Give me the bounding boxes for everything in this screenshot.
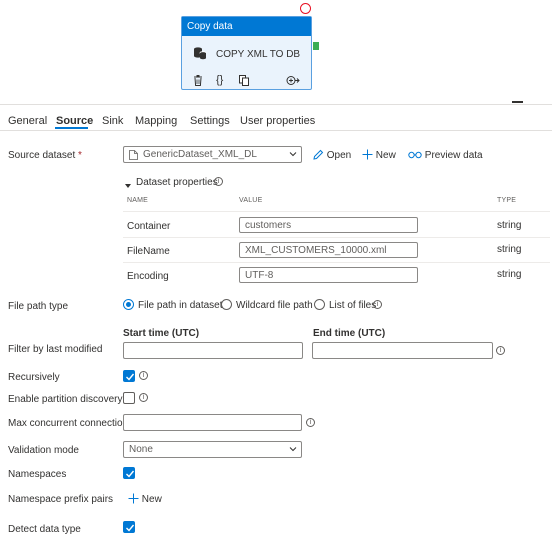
success-output-port[interactable] (313, 42, 319, 50)
detect-data-type-label: Detect data type (8, 524, 81, 535)
partition-discovery-label: Enable partition discovery (8, 394, 123, 405)
source-dataset-select[interactable]: GenericDataset_XML_DL (123, 146, 302, 163)
info-icon[interactable]: i (139, 393, 148, 402)
info-icon[interactable]: i (306, 418, 315, 427)
new-dataset-button[interactable]: New (362, 149, 396, 161)
required-mark: * (78, 150, 82, 161)
table-divider (123, 262, 550, 263)
chevron-down-icon (289, 447, 297, 452)
tabs-divider (0, 130, 552, 131)
property-name: Encoding (127, 271, 169, 282)
filename-input[interactable]: XML_CUSTOMERS_10000.xml (239, 242, 418, 258)
delete-icon[interactable] (193, 75, 203, 86)
info-icon[interactable]: i (373, 300, 382, 309)
info-icon[interactable]: i (214, 177, 223, 186)
validation-mode-label: Validation mode (8, 445, 79, 456)
property-name: FileName (127, 246, 170, 257)
source-dataset-label: Source dataset * (8, 150, 82, 161)
new-label: New (141, 494, 162, 505)
glasses-icon (408, 151, 422, 159)
end-time-label: End time (UTC) (313, 328, 386, 339)
start-time-input[interactable] (123, 342, 303, 359)
checkmark-icon (126, 524, 135, 532)
open-label: Open (326, 150, 352, 161)
property-type: string (497, 220, 522, 231)
table-divider (123, 237, 550, 238)
panel-divider (0, 104, 552, 105)
validation-mode-value: None (129, 444, 153, 455)
dataset-file-icon (129, 150, 138, 160)
activity-name: COPY XML TO DB (216, 49, 301, 60)
plus-icon (362, 149, 373, 160)
tab-general[interactable]: General (8, 115, 47, 127)
copy-data-activity-card[interactable]: Copy data COPY XML TO DB {} (181, 16, 312, 90)
add-output-icon[interactable] (286, 75, 300, 86)
new-label: New (375, 150, 396, 161)
collapse-triangle-icon[interactable] (125, 180, 131, 188)
source-dataset-value: GenericDataset_XML_DL (143, 149, 257, 160)
recursively-label: Recursively (8, 372, 60, 383)
database-copy-icon (194, 47, 207, 60)
table-divider (123, 211, 550, 212)
add-namespace-prefix-button[interactable]: New (128, 493, 162, 505)
column-header-name: NAME (127, 197, 149, 204)
info-icon[interactable]: i (139, 371, 148, 380)
preview-data-label: Preview data (424, 150, 483, 161)
namespaces-label: Namespaces (8, 469, 67, 480)
radio-wildcard-file-path[interactable] (221, 299, 232, 310)
namespaces-checkbox[interactable] (123, 467, 135, 479)
checkmark-icon (126, 470, 135, 478)
container-input[interactable]: customers (239, 217, 418, 233)
column-header-value: VALUE (239, 197, 263, 204)
property-type: string (497, 269, 522, 280)
radio-list-of-files[interactable] (314, 299, 325, 310)
container-value: customers (245, 220, 292, 231)
filter-last-modified-label: Filter by last modified (8, 344, 103, 355)
validation-mode-select[interactable]: None (123, 441, 302, 458)
property-type: string (497, 244, 522, 255)
radio-label: Wildcard file path (236, 300, 313, 311)
radio-label: List of files (329, 300, 377, 311)
filename-value: XML_CUSTOMERS_10000.xml (245, 245, 387, 256)
checkmark-icon (126, 373, 135, 381)
end-time-input[interactable] (312, 342, 493, 359)
panel-resize-handle[interactable] (512, 101, 523, 103)
open-dataset-button[interactable]: Open (313, 149, 351, 161)
tab-source[interactable]: Source (56, 115, 93, 127)
max-concurrent-connections-label: Max concurrent connections (8, 418, 134, 429)
tab-user-properties[interactable]: User properties (240, 115, 315, 127)
pencil-icon (313, 149, 324, 160)
recursively-checkbox[interactable] (123, 370, 135, 382)
code-icon[interactable]: {} (216, 74, 223, 86)
property-name: Container (127, 221, 171, 232)
tab-settings[interactable]: Settings (190, 115, 230, 127)
plus-icon (128, 493, 139, 504)
namespace-prefix-pairs-label: Namespace prefix pairs (8, 494, 114, 505)
preview-data-button[interactable]: Preview data (408, 149, 483, 161)
start-time-label: Start time (UTC) (123, 328, 200, 339)
chevron-down-icon (289, 152, 297, 157)
info-icon[interactable]: i (496, 346, 505, 355)
column-header-type: TYPE (497, 197, 517, 204)
radio-label: File path in dataset (138, 300, 223, 311)
tab-sink[interactable]: Sink (102, 115, 123, 127)
error-indicator-icon (300, 3, 311, 14)
card-header: Copy data (182, 17, 311, 36)
active-tab-indicator (55, 127, 88, 129)
tab-mapping[interactable]: Mapping (135, 115, 177, 127)
radio-file-path-in-dataset[interactable] (123, 299, 134, 310)
dataset-properties-title: Dataset properties (136, 177, 218, 188)
max-concurrent-connections-input[interactable] (123, 414, 302, 431)
detect-data-type-checkbox[interactable] (123, 521, 135, 533)
encoding-value: UTF-8 (245, 270, 274, 281)
copy-icon[interactable] (239, 75, 249, 86)
partition-discovery-checkbox[interactable] (123, 392, 135, 404)
encoding-input[interactable]: UTF-8 (239, 267, 418, 283)
file-path-type-label: File path type (8, 301, 69, 312)
